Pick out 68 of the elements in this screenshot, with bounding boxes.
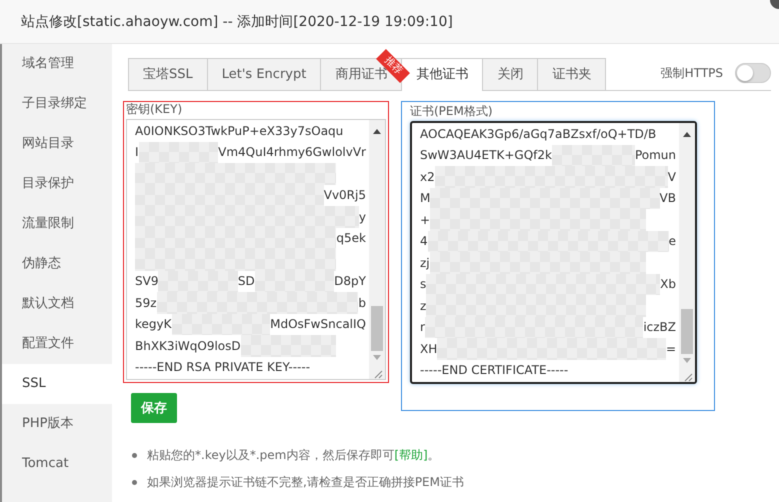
text-line: BhXK3iWqO9losD — [135, 338, 241, 353]
text-line: SV9 — [135, 274, 158, 288]
text-line: q5ek — [336, 231, 366, 246]
field-label: 密钥(KEY) — [126, 102, 184, 116]
bullet-dot — [132, 453, 137, 458]
text-line: AOCAQEAK3Gp6/aGq7aBZsxf/oQ+TD/B — [420, 126, 656, 141]
bullet-dot — [132, 480, 137, 485]
text-line: SwW3AU4ETK+GQf2k — [420, 148, 552, 162]
sidebar-item[interactable]: 默认文档 — [2, 284, 112, 324]
text-line: I — [135, 145, 139, 160]
text-line: A0IONKSO3TwkPuP+eX33y7sOaqu — [135, 124, 344, 138]
text-line: 4 — [420, 234, 428, 248]
sidebar-item[interactable]: 流量限制 — [2, 204, 112, 244]
text-line: Vv0Rj5 — [324, 188, 366, 202]
note-text: 粘贴您的*.key以及*.pem内容，然后保存即可[帮助]。 — [147, 447, 440, 464]
text-line: b — [358, 296, 366, 310]
text-line: XH — [420, 342, 438, 356]
force-https-toggle[interactable] — [735, 63, 771, 83]
text-line: V — [668, 170, 676, 184]
text-line: Pomun — [634, 148, 676, 162]
scroll-down-icon[interactable] — [683, 358, 691, 364]
text-line: SD — [238, 274, 255, 288]
text-line: M — [420, 191, 430, 206]
text-line: = — [666, 342, 676, 356]
tab[interactable]: Let's Encrypt — [206, 58, 320, 90]
note-text: 如果浏览器提示证书链不完整,请检查是否正确拼接PEM证书 — [147, 474, 464, 491]
tab[interactable]: 关闭 — [482, 58, 538, 90]
text-line: r — [420, 320, 425, 334]
scroll-up-icon[interactable] — [373, 128, 381, 134]
tab[interactable]: 证书夹 — [537, 58, 606, 90]
text-line: VB — [660, 191, 676, 206]
text-line: -----END CERTIFICATE----- — [420, 363, 568, 378]
text-line: Xb — [660, 277, 676, 292]
text-line: e — [668, 234, 676, 248]
scroll-up-icon[interactable] — [683, 131, 691, 137]
force-https-label: 强制HTTPS — [660, 64, 723, 82]
text-line: zj — [420, 256, 430, 270]
text-line: z — [420, 298, 426, 313]
text-line: Vm4QuI4rhmy6GwlolvVr — [218, 145, 366, 160]
scrollbar[interactable] — [369, 120, 385, 379]
text-line: D8pY — [334, 274, 366, 288]
sidebar-item[interactable]: 配置文件 — [2, 324, 112, 364]
key-field[interactable]: A0IONKSO3TwkPuP+eX33y7sOaqu I Vm4QuI4rhmy6GwlolvVr Vv0Rj5 y q5ek SV9 SD D8pY 59z b kegyK MdOsFwSncalIQ BhXK3iWqO9losD -----END RSA PRIVATE KEY----- — [126, 119, 386, 380]
window-title: 站点修改[static.ahaoyw.com] -- 添加时间[2020-12-19 19:09:10] — [21, 12, 453, 30]
sidebar-item[interactable]: Tomcat — [2, 444, 112, 484]
sidebar-item[interactable]: 子目录绑定 — [2, 84, 112, 124]
text-line: iczBZ — [643, 320, 676, 334]
scrollbar[interactable] — [679, 123, 695, 382]
sidebar-item[interactable]: PHP版本 — [2, 404, 112, 444]
text-line: x2 — [420, 170, 435, 184]
sidebar-item[interactable]: 域名管理 — [2, 44, 112, 84]
sidebar-item[interactable]: 伪静态 — [2, 244, 112, 284]
scrollbar-thumb[interactable] — [681, 309, 693, 354]
text-line: -----END RSA PRIVATE KEY----- — [135, 360, 310, 374]
text-line: s — [420, 277, 426, 292]
sidebar-item[interactable]: SSL — [2, 364, 112, 404]
text-line: + — [420, 212, 430, 227]
text-line: MdOsFwSncalIQ — [270, 317, 366, 332]
sidebar-item[interactable]: 网站目录 — [2, 124, 112, 164]
text-line: y — [358, 210, 366, 224]
text-line: 59z — [135, 296, 157, 310]
scroll-down-icon[interactable] — [373, 355, 381, 361]
certificate-field[interactable]: AOCAQEAK3Gp6/aGq7aBZsxf/oQ+TD/B SwW3AU4ETK+GQf2k Pomun x2 V M VB + 4 e zj s Xb z r iczBZ XH = -----END CERTIFICATE----- — [410, 121, 697, 384]
tab[interactable]: 宝塔SSL — [128, 58, 207, 90]
scrollbar-thumb[interactable] — [371, 306, 383, 351]
text-line: kegyK — [135, 317, 172, 332]
sidebar-item[interactable]: 目录保护 — [2, 164, 112, 204]
field-label: 证书(PEM格式) — [410, 104, 494, 118]
